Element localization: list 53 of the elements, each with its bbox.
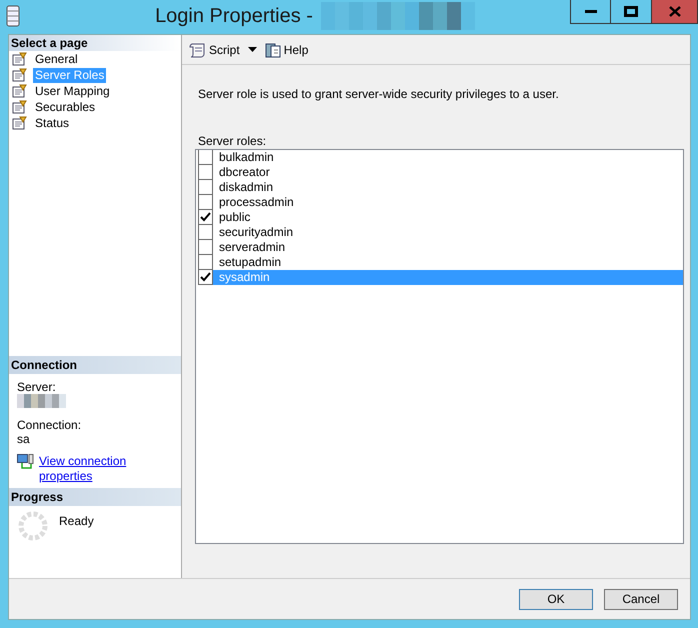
connection-label: Connection: (17, 418, 82, 432)
redacted-server (17, 394, 66, 408)
role-checkbox[interactable] (198, 270, 213, 285)
role-name[interactable]: setupadmin (213, 255, 683, 270)
page-icon (12, 52, 28, 66)
page-icon (12, 68, 28, 82)
help-button[interactable]: Help (264, 40, 308, 58)
roles-label: Server roles: (197, 134, 268, 148)
role-checkbox[interactable] (198, 210, 213, 225)
role-name[interactable]: securityadmin (213, 225, 683, 240)
dialog-button[interactable]: OK (519, 588, 593, 610)
role-checkbox[interactable] (198, 180, 213, 195)
page-icon (12, 84, 28, 98)
sidebar-item[interactable]: Securables (33, 100, 98, 114)
connection-value: sa (17, 432, 31, 446)
role-name[interactable]: dbcreator (213, 165, 683, 180)
close-icon (668, 6, 680, 17)
spinner-icon (17, 510, 49, 542)
close-button[interactable] (652, 0, 698, 24)
role-checkbox[interactable] (198, 240, 213, 255)
description-text: Server role is used to grant server-wide security privileges to a user. (197, 86, 560, 103)
dialog-button[interactable]: Cancel (604, 588, 678, 610)
check-icon (200, 272, 211, 282)
role-checkbox[interactable] (198, 195, 213, 210)
script-dropdown[interactable] (246, 47, 259, 52)
window-title: Login Properties - (155, 4, 313, 29)
caret-icon (248, 47, 257, 52)
role-name[interactable]: public (213, 210, 683, 225)
role-name[interactable]: bulkadmin (213, 150, 683, 165)
role-name[interactable]: processadmin (213, 195, 683, 210)
network-icon (17, 454, 34, 469)
script-button[interactable]: Script (189, 40, 240, 58)
server-label: Server: (17, 380, 57, 394)
role-name[interactable]: serveradmin (213, 240, 683, 255)
sidebar-item[interactable]: Status (33, 116, 72, 130)
role-checkbox[interactable] (198, 165, 213, 180)
role-checkbox[interactable] (198, 255, 213, 270)
progress-status: Ready (59, 513, 94, 530)
help-book-icon (264, 42, 281, 58)
check-icon (200, 212, 211, 222)
role-name[interactable]: diskadmin (213, 180, 683, 195)
scroll-icon (189, 42, 206, 58)
page-icon (12, 100, 28, 114)
database-icon (6, 5, 20, 27)
sidebar-item[interactable]: General (33, 52, 80, 66)
view-connection-link[interactable]: View connection properties (39, 454, 139, 484)
role-checkbox[interactable] (198, 225, 213, 240)
section-header: Connection (9, 356, 181, 374)
minimize-button[interactable] (570, 0, 611, 24)
sidebar-item[interactable]: User Mapping (33, 84, 112, 98)
section-header: Progress (9, 488, 181, 506)
page-icon (12, 116, 28, 130)
role-checkbox[interactable] (198, 150, 213, 165)
